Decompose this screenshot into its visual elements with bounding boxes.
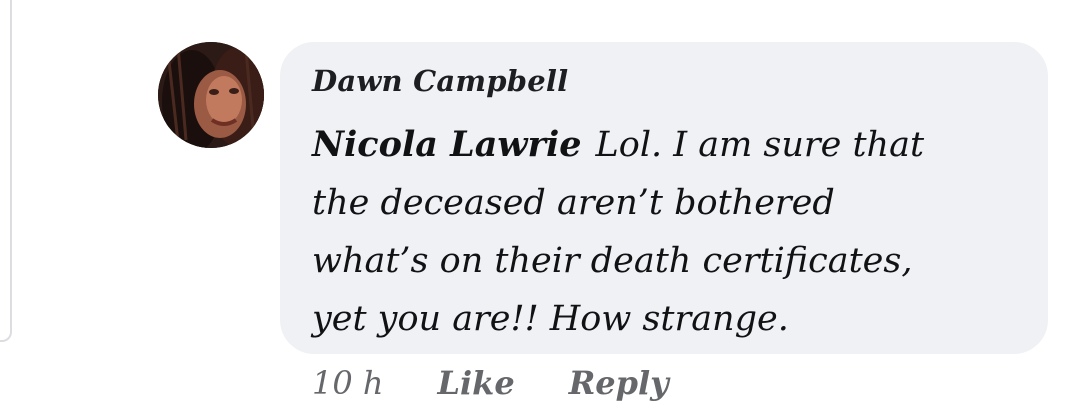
comment-bubble: Dawn Campbell Nicola Lawrie Lol. I am sur… [280,42,1048,354]
reply-button[interactable]: Reply [569,364,669,402]
mention-link[interactable]: Nicola Lawrie [312,124,582,165]
comment-line-4: yet you are!! How strange. [312,299,789,339]
comment-line-1-text: Lol. I am sure that [595,125,925,165]
comment-line-1: Nicola Lawrie Lol. I am sure that [312,116,1032,174]
thread-connector-line [0,0,12,342]
profile-photo-icon [158,42,264,148]
avatar[interactable] [158,42,264,148]
like-button[interactable]: Like [438,364,515,402]
comment-line-2: the deceased aren’t bothered [312,183,835,223]
comment-actions: 10 h Like Reply [312,358,669,408]
comment-author[interactable]: Dawn Campbell [312,64,568,98]
comment-line-3: what’s on their death certificates, [312,241,913,281]
comment-timestamp[interactable]: 10 h [312,364,384,402]
comment-text: Nicola Lawrie Lol. I am sure that the dec… [312,116,1032,348]
